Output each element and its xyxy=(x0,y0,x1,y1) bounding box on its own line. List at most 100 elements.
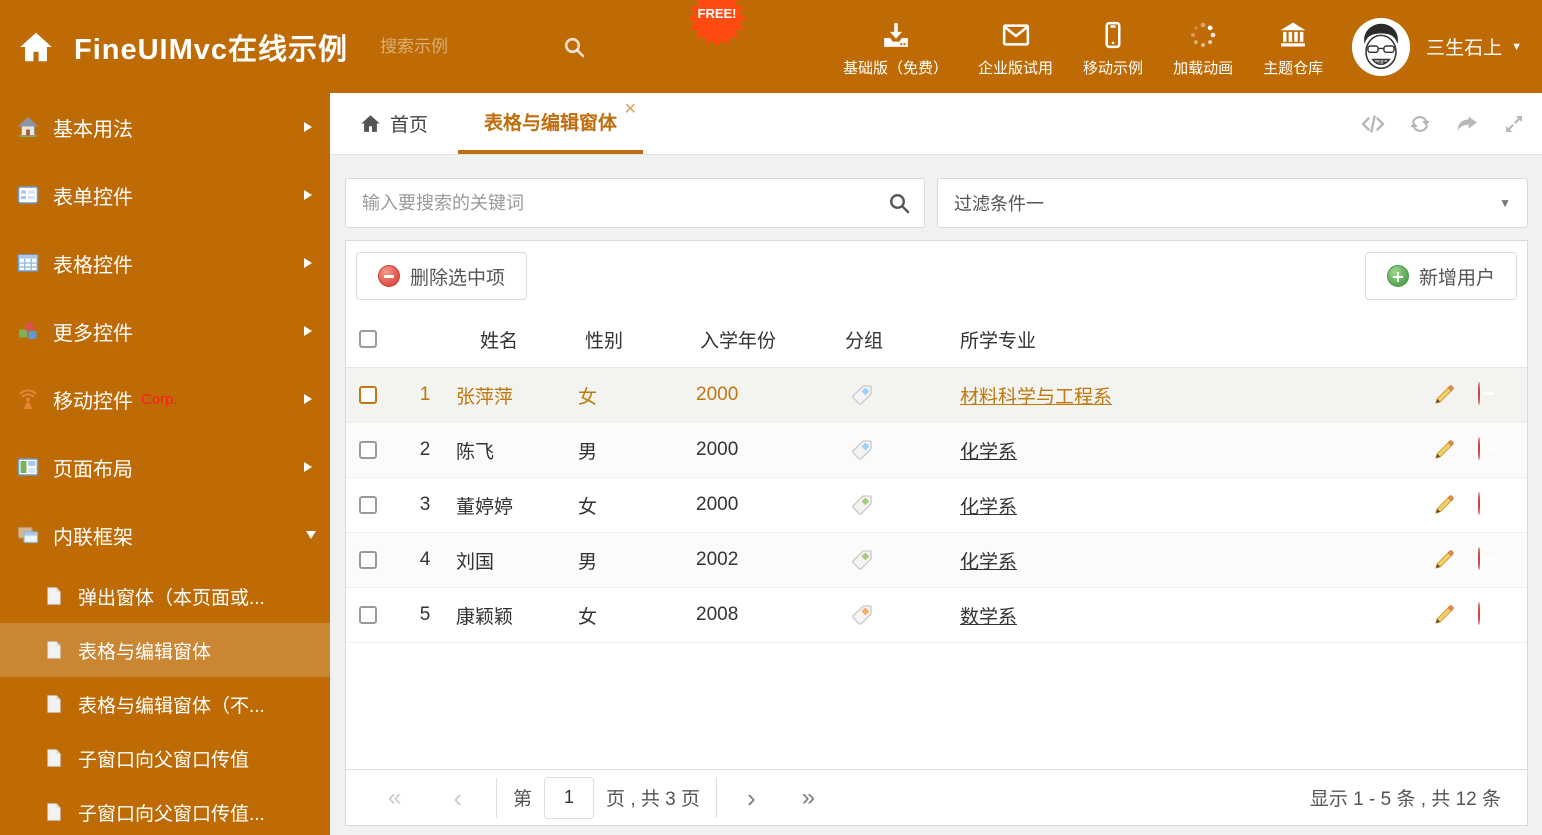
refresh-icon[interactable] xyxy=(1408,112,1432,136)
sidebar-item[interactable]: 基本用法 xyxy=(0,93,330,161)
select-all-checkbox[interactable] xyxy=(359,330,377,348)
delete-icon[interactable] xyxy=(1478,437,1502,462)
row-checkbox[interactable] xyxy=(359,606,377,624)
edit-icon[interactable] xyxy=(1432,438,1456,462)
sidebar-item[interactable]: 更多控件 xyxy=(0,297,330,365)
header-nav-item[interactable]: 企业版试用 xyxy=(963,16,1068,78)
edit-icon[interactable] xyxy=(1432,493,1456,517)
row-number: 1 xyxy=(419,384,431,405)
sidebar-subitem[interactable]: 子窗口向父窗口传值... xyxy=(0,785,330,835)
add-user-label: 新增用户 xyxy=(1418,267,1495,289)
plus-circle-icon xyxy=(1386,265,1409,287)
row-checkbox[interactable] xyxy=(359,441,377,459)
tab-grid-edit-window[interactable]: 表格与编辑窗体 xyxy=(458,93,644,154)
table-row[interactable]: 1 张萍萍 女 2000 材料科学与工程系 xyxy=(346,368,1527,423)
header-nav-item[interactable]: 基础版（免费） xyxy=(828,16,963,78)
search-icon[interactable] xyxy=(562,35,586,59)
sidebar-item[interactable]: 页面布局 xyxy=(0,433,330,501)
corp-badge: Corp. xyxy=(141,390,178,408)
next-page-button[interactable] xyxy=(747,785,756,811)
header-nav-item[interactable]: 加载动画 xyxy=(1158,16,1248,78)
sidebar-item[interactable]: 表单控件 xyxy=(0,161,330,229)
delete-icon[interactable] xyxy=(1478,602,1502,627)
page-number-input[interactable] xyxy=(544,776,595,819)
sidebar-item[interactable]: 表格控件 xyxy=(0,229,330,297)
last-page-button[interactable] xyxy=(802,786,815,810)
sidebar-item-label: 表格控件 xyxy=(53,254,133,277)
minus-circle-icon xyxy=(378,265,400,287)
major-link[interactable]: 化学系 xyxy=(960,552,1017,573)
sidebar-subitem[interactable]: 弹出窗体（本页面或... xyxy=(0,569,330,623)
major-link[interactable]: 数学系 xyxy=(960,607,1017,628)
add-user-button[interactable]: 新增用户 xyxy=(1364,252,1517,300)
sidebar-subitem[interactable]: 表格与编辑窗体 xyxy=(0,623,330,677)
tab-actions xyxy=(1361,112,1526,136)
search-icon[interactable] xyxy=(887,191,911,215)
delete-icon[interactable] xyxy=(1478,547,1502,572)
grid-icon xyxy=(16,251,40,275)
prev-page-button[interactable] xyxy=(453,785,462,811)
expand-icon[interactable] xyxy=(1502,112,1526,136)
table-row[interactable]: 4 刘国 男 2002 化学系 xyxy=(346,533,1527,588)
row-gender: 女 xyxy=(578,606,598,628)
mobile-icon xyxy=(1098,16,1128,50)
free-badge: FREE! xyxy=(688,0,746,47)
column-group: 分组 xyxy=(845,330,884,352)
sidebar-item[interactable]: 内联框架 xyxy=(0,501,330,569)
chevron-right-icon xyxy=(304,326,312,336)
divider xyxy=(496,777,498,818)
header-nav-item[interactable]: 移动示例 xyxy=(1068,16,1158,78)
code-icon[interactable] xyxy=(1361,112,1385,136)
sidebar-subitem[interactable]: 表格与编辑窗体（不... xyxy=(0,677,330,731)
edit-icon[interactable] xyxy=(1432,548,1456,572)
envelope-icon xyxy=(1001,16,1031,50)
delete-icon[interactable] xyxy=(1478,382,1502,407)
close-icon[interactable] xyxy=(624,99,637,119)
username[interactable]: 三生石上 xyxy=(1426,33,1502,60)
major-link[interactable]: 材料科学与工程系 xyxy=(960,387,1112,408)
row-name: 刘国 xyxy=(456,551,495,573)
grid-toolbar: 删除选中项 新增用户 xyxy=(346,241,1527,311)
major-link[interactable]: 化学系 xyxy=(960,497,1017,518)
delete-icon[interactable] xyxy=(1478,492,1502,517)
sidebar-subitem[interactable]: 子窗口向父窗口传值 xyxy=(0,731,330,785)
table-row[interactable]: 5 康颖颖 女 2008 数学系 xyxy=(346,588,1527,643)
edit-icon[interactable] xyxy=(1432,383,1456,407)
user-menu[interactable]: 三生石上 xyxy=(1352,17,1522,76)
home-icon xyxy=(18,29,54,65)
row-entry-year: 2002 xyxy=(696,549,739,570)
edit-icon[interactable] xyxy=(1432,603,1456,627)
file-icon xyxy=(44,694,64,714)
tag-icon xyxy=(850,438,874,462)
sidebar-item-label: 表单控件 xyxy=(53,186,133,209)
row-checkbox[interactable] xyxy=(359,496,377,514)
column-major: 所学专业 xyxy=(960,330,1037,352)
row-gender: 男 xyxy=(578,441,598,463)
row-name: 张萍萍 xyxy=(456,386,514,408)
table-row[interactable]: 3 董婷婷 女 2000 化学系 xyxy=(346,478,1527,533)
first-page-button[interactable] xyxy=(388,786,401,810)
row-checkbox[interactable] xyxy=(359,386,377,404)
row-checkbox[interactable] xyxy=(359,551,377,569)
header-search-input[interactable] xyxy=(380,36,531,57)
antenna-icon xyxy=(16,387,40,411)
row-number: 5 xyxy=(419,604,431,625)
row-entry-year: 2008 xyxy=(696,604,739,625)
form-icon xyxy=(16,183,40,207)
header-search xyxy=(380,35,586,59)
sidebar-item-label: 更多控件 xyxy=(53,322,133,345)
delete-selected-button[interactable]: 删除选中项 xyxy=(356,252,528,300)
chevron-down-icon xyxy=(306,531,316,539)
sidebar-item[interactable]: 移动控件 Corp. xyxy=(0,365,330,433)
avatar[interactable] xyxy=(1352,17,1411,76)
table-row[interactable]: 2 陈飞 男 2000 化学系 xyxy=(346,423,1527,478)
brand-home-link[interactable]: FineUIMvc在线示例 xyxy=(0,26,348,68)
row-entry-year: 2000 xyxy=(696,439,739,460)
header-nav-item[interactable]: 主题仓库 xyxy=(1248,16,1338,78)
share-icon[interactable] xyxy=(1455,112,1479,136)
major-link[interactable]: 化学系 xyxy=(960,442,1017,463)
filter-dropdown[interactable]: 过滤条件一 xyxy=(937,178,1528,228)
keyword-search-input[interactable] xyxy=(345,178,925,228)
tab-home[interactable]: 首页 xyxy=(360,110,428,137)
file-icon xyxy=(44,586,64,606)
